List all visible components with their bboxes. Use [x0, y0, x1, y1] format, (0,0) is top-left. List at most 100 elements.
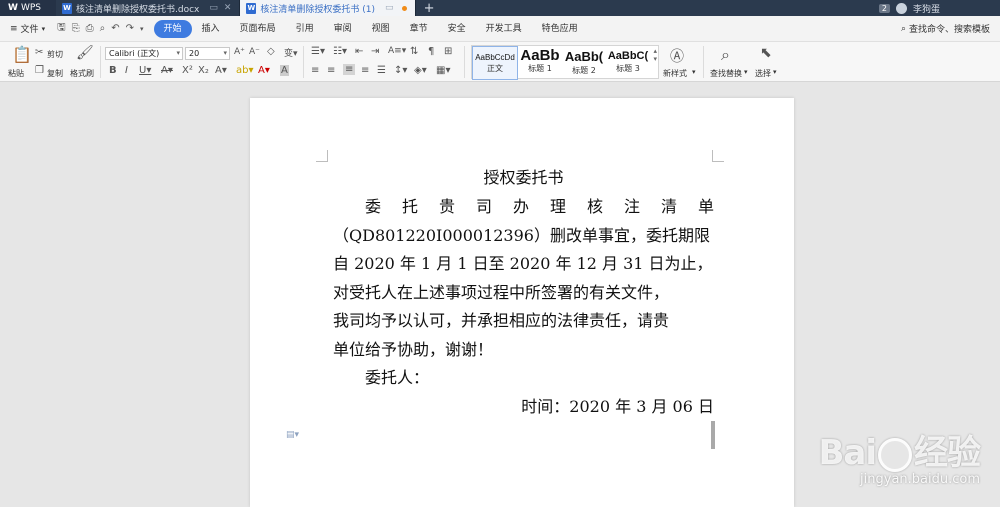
unsaved-dot-icon	[401, 5, 407, 11]
style-sample: AaBbCcDd	[475, 53, 515, 62]
decrease-indent-icon[interactable]: ⇤	[355, 46, 363, 57]
shrink-font-icon[interactable]: A⁻	[249, 47, 260, 57]
increase-indent-icon[interactable]: ⇥	[371, 46, 379, 57]
font-name-value: Calibri (正文)	[109, 49, 160, 58]
watermark-logo: Bai 经验	[818, 425, 981, 474]
new-style-button[interactable]: 新样式	[663, 68, 687, 79]
chinese-layout-icon[interactable]: A≡▾	[388, 46, 406, 56]
copy-button[interactable]: 复制	[47, 68, 63, 79]
line-spacing-icon[interactable]: ↕▾	[394, 65, 407, 76]
divider	[303, 46, 304, 78]
tab-special-apps[interactable]: 特色应用	[532, 20, 588, 38]
text-effect-icon[interactable]: A▾	[215, 65, 227, 76]
chevron-down-icon: ▾	[773, 68, 777, 76]
phonetic-guide-icon[interactable]: 变▾	[284, 46, 298, 59]
tab-label: 核注清单删除授权委托书.docx	[76, 4, 200, 15]
show-marks-icon[interactable]: ¶	[428, 46, 434, 57]
tab-review[interactable]: 审阅	[324, 20, 362, 38]
window-restore-icon[interactable]: ▭	[209, 3, 218, 13]
copy-icon[interactable]: ❐	[35, 65, 44, 76]
new-tab-button[interactable]: +	[416, 0, 443, 16]
style-heading-3[interactable]: AaBbC( 标题 3	[606, 46, 650, 80]
justify-icon[interactable]: ≡	[361, 65, 369, 76]
subscript-icon[interactable]: X₂	[198, 65, 209, 76]
title-right-area: 2 李狗蛋	[878, 0, 1000, 16]
font-size-select[interactable]: 20 ▾	[185, 47, 230, 60]
scissors-icon[interactable]: ✂	[35, 47, 43, 58]
paragraph-layout-icon[interactable]: ▤▾	[286, 430, 299, 440]
tab-section[interactable]: 章节	[400, 20, 438, 38]
document-page[interactable]: 授权委托书 委托贵司办理核注清单 （QD801220I000012396）删改单…	[250, 98, 794, 507]
italic-icon[interactable]: I	[125, 65, 128, 76]
align-center-icon[interactable]: ≡	[327, 65, 335, 76]
file-menu-button[interactable]: ≡ 文件 ▾	[0, 22, 51, 36]
character-shading-icon[interactable]: A	[280, 65, 289, 76]
ribbon-tabs: 开始 插入 页面布局 引用 审阅 视图 章节 安全 开发工具 特色应用	[153, 19, 588, 38]
print-icon[interactable]: ⎙	[86, 23, 94, 34]
shading-icon[interactable]: ◈▾	[414, 65, 427, 76]
style-sample: AaBb	[520, 47, 560, 64]
wps-app-button[interactable]: W WPS	[0, 0, 56, 16]
undo-icon[interactable]: ↶	[111, 23, 119, 34]
tab-references[interactable]: 引用	[286, 20, 324, 38]
quick-access-toolbar: 🖫 ⎘ ⎙ ⌕ ↶ ↷ ▾	[51, 20, 149, 37]
style-sample: AaBb(	[564, 49, 604, 64]
chevron-down-icon[interactable]: ▾	[140, 25, 144, 33]
chevron-down-icon: ▾	[744, 68, 748, 76]
sort-icon[interactable]: ⇅	[410, 46, 418, 57]
print-preview-icon[interactable]: ⌕	[100, 23, 106, 34]
title-bar: W WPS W 核注清单删除授权委托书.docx ▭ ✕ W 核注清单删除授权委…	[0, 0, 1000, 16]
style-normal[interactable]: AaBbCcDd 正文	[472, 46, 518, 80]
numbered-list-icon[interactable]: ☷▾	[333, 46, 347, 57]
ribbon-toolbar: 📋 粘贴 ✂ 剪切 ❐ 复制 🖌 格式刷 Calibri (正文) ▾ 20 ▾…	[0, 42, 1000, 82]
paste-icon[interactable]: 📋	[12, 45, 32, 64]
command-search[interactable]: ⌕ 查找命令、搜索模板	[901, 22, 1000, 36]
gallery-scroll-icon[interactable]: ▴ ▾	[653, 47, 657, 63]
select-button[interactable]: 选择	[755, 68, 771, 79]
avatar[interactable]	[895, 2, 907, 14]
bullet-list-icon[interactable]: ☰▾	[311, 46, 325, 57]
font-name-select[interactable]: Calibri (正文) ▾	[105, 47, 183, 60]
superscript-icon[interactable]: X²	[182, 65, 193, 76]
export-icon[interactable]: ⎘	[72, 23, 80, 34]
tab-document-1[interactable]: W 核注清单删除授权委托书.docx ▭ ✕	[56, 0, 241, 16]
align-right-icon[interactable]: ≡	[343, 64, 356, 75]
search-icon[interactable]: ⌕	[721, 45, 730, 65]
document-body[interactable]: 授权委托书 委托贵司办理核注清单 （QD801220I000012396）删改单…	[333, 163, 714, 421]
app-name: WPS	[20, 3, 41, 13]
cursor-select-icon[interactable]: ⬉	[760, 45, 772, 61]
tab-insert[interactable]: 插入	[192, 20, 230, 38]
tab-document-2[interactable]: W 核注清单删除授权委托书 (1) ▭	[240, 0, 416, 16]
highlight-icon[interactable]: ab▾	[236, 65, 254, 76]
style-heading-2[interactable]: AaBb( 标题 2	[562, 46, 606, 80]
tab-security[interactable]: 安全	[438, 20, 476, 38]
save-icon[interactable]: 🖫	[57, 20, 66, 37]
cut-button[interactable]: 剪切	[47, 49, 63, 60]
font-color-icon[interactable]: A▾	[258, 65, 270, 76]
underline-icon[interactable]: U▾	[139, 65, 151, 76]
window-restore-icon[interactable]: ▭	[385, 3, 394, 13]
strikethrough-icon[interactable]: A▾	[161, 65, 173, 76]
bold-icon[interactable]: B	[109, 65, 117, 76]
redo-icon[interactable]: ↷	[126, 23, 134, 34]
paste-button[interactable]: 粘贴	[8, 68, 24, 79]
new-style-icon[interactable]: Ⓐ	[670, 46, 684, 66]
window-count-badge[interactable]: 2	[878, 3, 890, 13]
style-gallery: AaBbCcDd 正文 AaBb 标题 1 AaBb( 标题 2 AaBbC( …	[471, 45, 659, 80]
tab-page-layout[interactable]: 页面布局	[230, 20, 286, 38]
close-icon[interactable]: ✕	[224, 3, 232, 13]
border-icon[interactable]: ▦▾	[436, 65, 450, 76]
table-borders-icon[interactable]: ⊞	[444, 46, 452, 57]
user-name[interactable]: 李狗蛋	[913, 2, 940, 15]
find-replace-button[interactable]: 查找替换	[710, 68, 742, 79]
format-painter-button[interactable]: 格式刷	[70, 68, 94, 79]
grow-font-icon[interactable]: A⁺	[234, 47, 245, 57]
distributed-icon[interactable]: ☰	[377, 65, 386, 76]
tab-developer[interactable]: 开发工具	[476, 20, 532, 38]
format-painter-icon[interactable]: 🖌	[76, 45, 94, 61]
align-left-icon[interactable]: ≡	[311, 65, 319, 76]
tab-home[interactable]: 开始	[153, 19, 192, 38]
style-heading-1[interactable]: AaBb 标题 1	[518, 46, 562, 80]
clear-format-icon[interactable]: ◇	[267, 46, 275, 57]
tab-view[interactable]: 视图	[362, 20, 400, 38]
